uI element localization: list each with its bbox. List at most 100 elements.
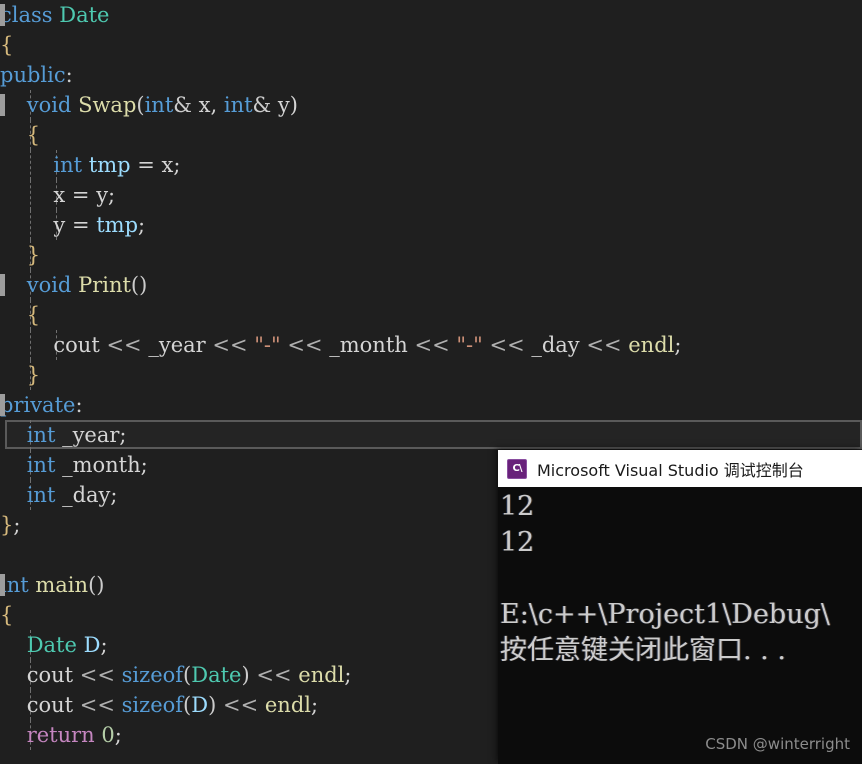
code-token: <<	[287, 333, 323, 357]
code-line[interactable]: int tmp = x;	[0, 150, 862, 180]
visual-studio-console-icon: C\	[507, 458, 527, 479]
code-line-text: {	[0, 123, 40, 147]
code-token: tmp	[88, 153, 131, 177]
code-token: sizeof	[121, 663, 184, 687]
code-token: {	[26, 123, 41, 147]
code-line-text: }	[0, 243, 40, 267]
code-line-text: }	[0, 363, 40, 387]
current-line-indicator	[5, 420, 862, 449]
code-token: x = y;	[0, 183, 116, 207]
code-token: ;	[13, 513, 21, 537]
code-token: private	[0, 393, 76, 417]
code-line[interactable]: cout << _year << "-" << _month << "-" <<…	[0, 330, 862, 360]
code-token: Swap	[78, 93, 137, 117]
code-line-text: void Print()	[0, 273, 148, 297]
code-token: sizeof	[121, 693, 184, 717]
code-token: )	[241, 663, 250, 687]
code-token: Date	[59, 3, 110, 27]
code-token: :	[75, 393, 83, 417]
code-token: D	[83, 633, 101, 657]
code-line-text: return 0;	[0, 723, 122, 747]
code-token: y)	[271, 93, 298, 117]
console-output-lines: 12 12 E:\c++\Project1\Debug\ 按任意键关闭此窗口. . .	[500, 489, 862, 669]
code-line[interactable]: x = y;	[0, 180, 862, 210]
code-token: int	[26, 453, 56, 477]
code-token: endl	[264, 693, 311, 717]
code-line[interactable]: void Print()	[0, 270, 862, 300]
code-token: _month	[322, 333, 415, 357]
code-line[interactable]: class Date	[0, 0, 862, 30]
code-token: <<	[256, 663, 292, 687]
code-token: Date	[26, 633, 77, 657]
code-token: int	[26, 423, 56, 447]
code-token: return	[26, 723, 95, 747]
code-line-text: int _day;	[0, 483, 118, 507]
code-line[interactable]: }	[0, 360, 862, 390]
code-token: void	[26, 273, 72, 297]
code-line[interactable]: int _year;	[0, 420, 862, 450]
code-token: <<	[414, 333, 450, 357]
code-token: int	[26, 483, 56, 507]
code-line[interactable]: public:	[0, 60, 862, 90]
debug-console-window[interactable]: C\ Microsoft Visual Studio 调试控制台 12 12 E:\…	[498, 450, 862, 764]
code-token: "-"	[456, 333, 483, 357]
code-line[interactable]: {	[0, 30, 862, 60]
code-token: ;	[344, 663, 352, 687]
console-line: 12	[500, 491, 535, 522]
code-change-marker	[0, 574, 5, 596]
code-line[interactable]: private:	[0, 390, 862, 420]
console-title-text: Microsoft Visual Studio 调试控制台	[537, 460, 804, 480]
code-token: endl	[628, 333, 675, 357]
code-line[interactable]: {	[0, 300, 862, 330]
code-line-text: {	[0, 603, 13, 627]
code-token: _year;	[55, 423, 127, 447]
code-token: <<	[222, 693, 259, 717]
code-token: cout	[0, 693, 80, 717]
code-token: <<	[79, 663, 115, 687]
code-token: int	[144, 93, 174, 117]
code-line[interactable]: void Swap(int& x, int& y)	[0, 90, 862, 120]
code-change-marker	[0, 394, 5, 416]
csdn-watermark: CSDN @winterright	[705, 735, 850, 753]
code-line[interactable]: }	[0, 240, 862, 270]
code-line-text: };	[0, 513, 20, 537]
code-token: <<	[106, 333, 142, 357]
code-line[interactable]: y = tmp;	[0, 210, 862, 240]
code-line-text: cout << sizeof(D) << endl;	[0, 693, 318, 717]
code-token: }	[0, 513, 14, 537]
code-token: ;	[100, 633, 108, 657]
code-token: {	[0, 33, 14, 57]
code-token: endl	[298, 663, 345, 687]
code-line[interactable]: {	[0, 120, 862, 150]
console-title-bar[interactable]: C\ Microsoft Visual Studio 调试控制台	[498, 450, 862, 487]
code-line-text: cout << sizeof(Date) << endl;	[0, 663, 352, 687]
code-token: _day;	[55, 483, 118, 507]
console-line: 按任意键关闭此窗口. . .	[500, 635, 786, 666]
code-line-text: x = y;	[0, 183, 115, 207]
code-token: cout	[0, 333, 107, 357]
code-line-text: public:	[0, 63, 73, 87]
code-line-text: {	[0, 303, 40, 327]
code-token: <<	[79, 693, 115, 717]
code-token: int	[53, 153, 83, 177]
code-token: ;	[311, 693, 319, 717]
code-token: int	[223, 93, 253, 117]
code-change-marker	[0, 4, 5, 26]
code-token: &	[252, 93, 272, 117]
code-token: {	[26, 303, 41, 327]
code-line-text: Date D;	[0, 633, 108, 657]
code-token: = x;	[130, 153, 181, 177]
console-output-area[interactable]: 12 12 E:\c++\Project1\Debug\ 按任意键关闭此窗口. . .…	[498, 487, 862, 764]
code-token: cout	[0, 663, 80, 687]
code-token: Print	[78, 273, 131, 297]
